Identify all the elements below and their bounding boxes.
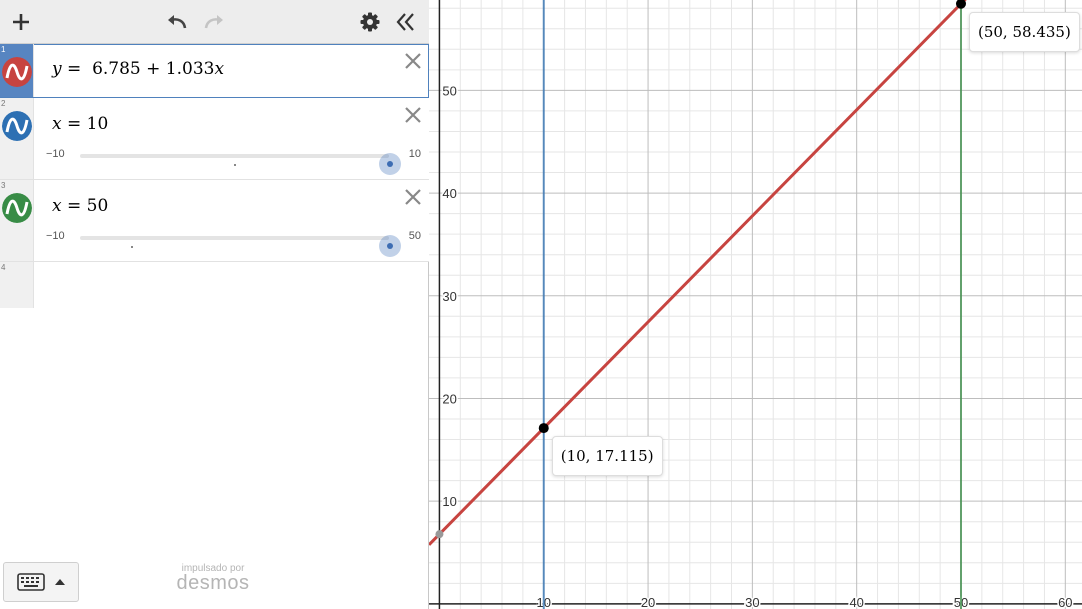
expression-tab[interactable]: 2 [0, 98, 34, 179]
caret-up-icon [55, 579, 65, 585]
slider-zero-tick [131, 246, 133, 248]
slider-max[interactable]: 50 [409, 230, 421, 242]
x-tick-label: 60 [1058, 595, 1072, 609]
keyboard-icon [17, 573, 45, 591]
graph-canvas[interactable]: 1020304050601020304050 [429, 0, 1082, 609]
point-coordinate-label[interactable]: (10, 17.115) [551, 436, 663, 477]
slider-min[interactable]: −10 [46, 148, 65, 160]
y-tick-label: 40 [442, 186, 456, 201]
expression-math[interactable]: x = 10 [52, 114, 108, 134]
delete-expression-icon[interactable] [404, 106, 422, 124]
slider-track[interactable] [80, 153, 401, 175]
regression-line[interactable] [429, 0, 1015, 546]
undo-button[interactable] [163, 7, 191, 37]
variable-slider[interactable]: −10 50 [44, 227, 421, 257]
expression-index: 3 [1, 181, 6, 190]
x-tick-label: 30 [745, 595, 759, 609]
add-item-button[interactable] [8, 7, 34, 37]
expression-tab[interactable]: 3 [0, 180, 34, 261]
graph-style-icon[interactable] [2, 193, 32, 223]
slider-zero-tick [234, 164, 236, 166]
double-chevron-left-icon [396, 13, 414, 31]
expression-math[interactable]: x = 50 [52, 196, 108, 216]
keyboard-toggle-button[interactable] [3, 562, 79, 602]
y-tick-label: 30 [442, 289, 456, 304]
undo-icon [168, 15, 187, 29]
slider-thumb[interactable] [379, 153, 401, 175]
graph-style-icon[interactable] [2, 57, 32, 87]
expression-sidebar: 1 y = 6.785 + 1.033x 2 x = 10 −10 10 3 x… [0, 0, 429, 609]
x-tick-label: 40 [849, 595, 863, 609]
y-intercept-point[interactable] [435, 530, 444, 539]
x-tick-label: 20 [641, 595, 655, 609]
expression-index: 4 [1, 263, 6, 272]
plus-icon [13, 14, 29, 30]
collapse-sidebar-button[interactable] [393, 7, 419, 37]
new-expression-slot[interactable]: 4 [0, 262, 34, 308]
expression-item[interactable]: 3 x = 50 −10 50 [0, 180, 429, 262]
y-tick-label: 10 [442, 494, 456, 509]
slider-max[interactable]: 10 [409, 148, 421, 160]
settings-button[interactable] [357, 7, 383, 37]
y-tick-label: 50 [442, 83, 456, 98]
expression-list: 1 y = 6.785 + 1.033x 2 x = 10 −10 10 3 x… [0, 44, 429, 308]
variable-slider[interactable]: −10 10 [44, 145, 421, 175]
expression-item[interactable]: 2 x = 10 −10 10 [0, 98, 429, 180]
slider-thumb[interactable] [379, 235, 401, 257]
expression-index: 2 [1, 99, 6, 108]
delete-expression-icon[interactable] [404, 52, 422, 70]
desmos-logo: desmos [176, 572, 250, 594]
expression-index: 1 [1, 45, 6, 54]
graph-style-icon[interactable] [2, 111, 32, 141]
redo-icon [204, 15, 223, 29]
expression-math[interactable]: y = 6.785 + 1.033x [52, 59, 224, 79]
point-coordinate-label[interactable]: (50, 58.435) [968, 11, 1080, 52]
expression-item[interactable]: 1 y = 6.785 + 1.033x [0, 44, 429, 98]
slider-min[interactable]: −10 [46, 230, 65, 242]
delete-expression-icon[interactable] [404, 188, 422, 206]
intersection-point[interactable] [538, 423, 549, 434]
expression-toolbar [0, 0, 429, 44]
gear-icon [360, 12, 380, 32]
redo-button[interactable] [200, 7, 228, 37]
slider-track[interactable] [80, 235, 401, 257]
y-tick-label: 20 [442, 391, 456, 406]
expression-tab[interactable]: 1 [0, 44, 34, 97]
desmos-branding: impulsado por desmos [172, 563, 254, 595]
